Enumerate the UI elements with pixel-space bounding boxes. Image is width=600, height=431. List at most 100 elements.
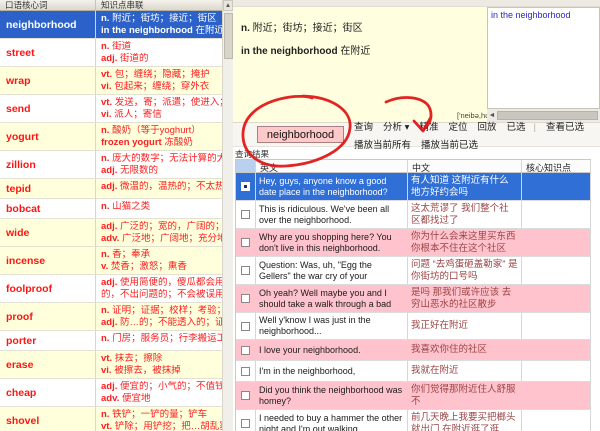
definition-line: frozen yogurt 冻酸奶 bbox=[101, 136, 193, 148]
vocab-row-bobcat[interactable]: bobcat n. 山猫之类 bbox=[0, 199, 222, 219]
vocab-definition: n. 庞大的数字；无法计算的大数字adj. 无限数的 bbox=[96, 151, 222, 178]
search-input[interactable] bbox=[257, 126, 344, 143]
row-checkbox[interactable] bbox=[241, 321, 250, 331]
english-sentence-cell: This is ridiculous. We've been all over … bbox=[256, 201, 408, 228]
vocab-definition: adj. 微温的，温热的；不太热烈的；不 bbox=[96, 179, 222, 198]
col-header-core-words: 口语核心词 bbox=[0, 0, 96, 11]
definition-line: adj. 广泛的；宽的，广阔的；张大的； bbox=[101, 221, 222, 232]
core-points-cell bbox=[522, 173, 591, 200]
result-row[interactable]: Hey, guys, anyone know a good date place… bbox=[236, 173, 591, 201]
vocab-row-porter[interactable]: porter n. 门房；服务员；行李搬运工；守门 bbox=[0, 331, 222, 351]
core-points-cell bbox=[522, 229, 591, 256]
core-points-cell bbox=[522, 340, 591, 360]
core-points-cell bbox=[522, 313, 591, 339]
vocab-row-wide[interactable]: wideadj. 广泛的；宽的，广阔的；张大的；adv. 广泛地；广阔地；充分地 bbox=[0, 219, 222, 247]
row-checkbox[interactable] bbox=[241, 210, 250, 219]
result-row[interactable]: I needed to buy a hammer the other night… bbox=[236, 410, 591, 431]
row-checkbox[interactable] bbox=[241, 238, 250, 247]
vocab-row-erase[interactable]: erase vt. 抹去；擦除 vi. 被擦去，被抹掉 bbox=[0, 351, 222, 379]
vocab-row-foolproof[interactable]: foolproofadj. 使用简便的，傻瓜都会用的；完全的，不出问题的；不会被… bbox=[0, 275, 222, 303]
english-sentence-cell: I love your neighborhood. bbox=[256, 340, 408, 360]
selected-button[interactable]: 已选 bbox=[506, 122, 525, 133]
header-chinese: 中文 bbox=[408, 160, 522, 172]
chinese-translation-cell: 这太荒谬了 我们整个社区都找过了 bbox=[408, 201, 522, 228]
replay-button[interactable]: 回放 bbox=[477, 122, 496, 133]
checkbox-cell bbox=[236, 361, 256, 381]
vocab-definition: n. 铁铲；一铲的量；铲车vt. 铲除；用铲挖；把…胡乱塞入 bbox=[96, 407, 222, 431]
scroll-up-icon[interactable]: ▲ bbox=[223, 0, 233, 11]
result-row[interactable]: Why are you shopping here? You don't liv… bbox=[236, 229, 591, 257]
definition-line: vi. 派人；寄信 bbox=[101, 108, 162, 120]
definition-line: 的，不出问题的；不会被误用的 bbox=[101, 288, 222, 300]
vocab-row-cheap[interactable]: cheapadj. 便宜的；小气的；不值钱的adv. 便宜地 bbox=[0, 379, 222, 407]
row-checkbox[interactable] bbox=[241, 182, 250, 191]
vocab-row-zillion[interactable]: zillionn. 庞大的数字；无法计算的大数字adj. 无限数的 bbox=[0, 151, 222, 179]
toolbar: 查询分析 ▾ 精准定位回放已选 | 查看已选播放当前所有播放当前已选 bbox=[233, 122, 600, 151]
definition-line: vi. 被擦去，被抹掉 bbox=[101, 364, 181, 376]
vocab-row-yogurt[interactable]: yogurt n. 酸奶（等于yoghurt） frozen yogurt 冻酸奶 bbox=[0, 123, 222, 151]
english-sentence-cell: Did you think the neighborhood was homey… bbox=[256, 382, 408, 409]
vocab-row-wrap[interactable]: wrap vt. 包；缠绕；隐藏；掩护 vi. 包起来；缠绕；穿外衣 bbox=[0, 67, 222, 95]
vocab-row-proof[interactable]: proofn. 证明；证据；校样；考验；验证；adj. 防…的；不能透入的；证明… bbox=[0, 303, 222, 331]
chinese-translation-cell: 我就在附近 bbox=[408, 361, 522, 381]
vocab-word: tepid bbox=[0, 179, 96, 198]
precise-button[interactable]: 精准 bbox=[419, 122, 438, 133]
row-checkbox[interactable] bbox=[241, 345, 250, 355]
header-english: 英文 bbox=[256, 160, 408, 172]
result-row[interactable]: Did you think the neighborhood was homey… bbox=[236, 382, 591, 410]
result-row[interactable]: Well y'know I was just in the neighborho… bbox=[236, 313, 591, 340]
row-checkbox[interactable] bbox=[241, 391, 250, 400]
definition-area: n. 附近；街坊；接近；街区 in the neighborhood 在附近 bbox=[233, 7, 487, 123]
vocab-definition: n. 酸奶（等于yoghurt） frozen yogurt 冻酸奶 bbox=[96, 123, 222, 150]
vocab-definition: n. 香；奉承 v. 焚香；激怒；熏香 bbox=[96, 247, 222, 274]
checkbox-cell bbox=[236, 285, 256, 312]
definition-line: n. 街道 bbox=[101, 41, 132, 52]
vocab-row-send[interactable]: sendvt. 发送，寄；派遣；使进入；发射vi. 派人；寄信 bbox=[0, 95, 222, 123]
vocab-definition: vt. 抹去；擦除 vi. 被擦去，被抹掉 bbox=[96, 351, 222, 378]
play-all-current-button[interactable]: 播放当前所有 bbox=[354, 140, 411, 151]
selected-word-definition-line: in the neighborhood 在附近 bbox=[241, 46, 371, 57]
vocab-definition: vt. 发送，寄；派遣；使进入；发射vi. 派人；寄信 bbox=[96, 95, 222, 122]
definition-line: n. 铁铲；一铲的量；铲车 bbox=[101, 409, 208, 420]
row-checkbox[interactable] bbox=[241, 366, 250, 376]
definition-line: n. 庞大的数字；无法计算的大数字 bbox=[101, 153, 222, 164]
locate-button[interactable]: 定位 bbox=[448, 122, 467, 133]
checkbox-check-mark bbox=[244, 185, 247, 188]
vocab-word: proof bbox=[0, 303, 96, 330]
core-points-cell bbox=[522, 410, 591, 431]
analyze-button[interactable]: 分析 ▾ bbox=[383, 122, 409, 133]
definition-line: n. 门房；服务员；行李搬运工；守门 bbox=[101, 333, 222, 344]
core-points-cell bbox=[522, 257, 591, 284]
view-selected-button[interactable]: 查看已选 bbox=[546, 122, 584, 133]
vocab-scrollbar[interactable]: ▲ bbox=[222, 0, 233, 431]
vocab-row-incense[interactable]: incense n. 香；奉承 v. 焚香；激怒；熏香 bbox=[0, 247, 222, 275]
col-header-knowledge-points: 知识点串联 bbox=[101, 0, 144, 10]
row-checkbox[interactable] bbox=[241, 294, 250, 303]
vocab-definition: n. 山猫之类 bbox=[96, 199, 222, 218]
vocab-row-shovel[interactable]: shoveln. 铁铲；一铲的量；铲车vt. 铲除；用铲挖；把…胡乱塞入 bbox=[0, 407, 222, 431]
phrase-box[interactable]: in the neighborhood bbox=[487, 7, 600, 109]
result-row[interactable]: I love your neighborhood. 我喜欢你住的社区 bbox=[236, 340, 591, 361]
vocab-word: porter bbox=[0, 331, 96, 350]
definition-line: vt. 铲除；用铲挖；把…胡乱塞入 bbox=[101, 420, 222, 431]
vocab-definition: n. 证明；证据；校样；考验；验证；adj. 防…的；不能透入的；证明用的； bbox=[96, 303, 222, 330]
vocab-word: yogurt bbox=[0, 123, 96, 150]
definition-line: n. 香；奉承 bbox=[101, 249, 151, 260]
result-row[interactable]: Oh yeah? Well maybe you and I should tak… bbox=[236, 285, 591, 313]
row-checkbox[interactable] bbox=[241, 266, 250, 275]
result-row[interactable]: Question: Was, uh, "Egg the Gellers" the… bbox=[236, 257, 591, 285]
vocab-scrollbar-thumb[interactable] bbox=[224, 13, 233, 59]
definition-line: n. 证明；证据；校样；考验；验证； bbox=[101, 305, 222, 316]
row-checkbox[interactable] bbox=[241, 419, 250, 428]
definition-line: adj. 便宜的；小气的；不值钱的 bbox=[101, 381, 222, 392]
result-row[interactable]: I'm in the neighborhood, 我就在附近 bbox=[236, 361, 591, 382]
vocab-row-tepid[interactable]: tepid adj. 微温的，温热的；不太热烈的；不 bbox=[0, 179, 222, 199]
definition-line: in the neighborhood 在附近 bbox=[101, 24, 222, 36]
checkbox-cell bbox=[236, 229, 256, 256]
query-button[interactable]: 查询 bbox=[354, 122, 373, 133]
checkbox-cell bbox=[236, 382, 256, 409]
play-selected-current-button[interactable]: 播放当前已选 bbox=[421, 140, 478, 151]
result-row[interactable]: This is ridiculous. We've been all over … bbox=[236, 201, 591, 229]
vocab-row-street[interactable]: street n. 街道 adj. 街道的 bbox=[0, 39, 222, 67]
vocab-row-neighborhood[interactable]: neighborhood n. 附近；街坊；接近；街区 in the neighbo… bbox=[0, 11, 222, 39]
